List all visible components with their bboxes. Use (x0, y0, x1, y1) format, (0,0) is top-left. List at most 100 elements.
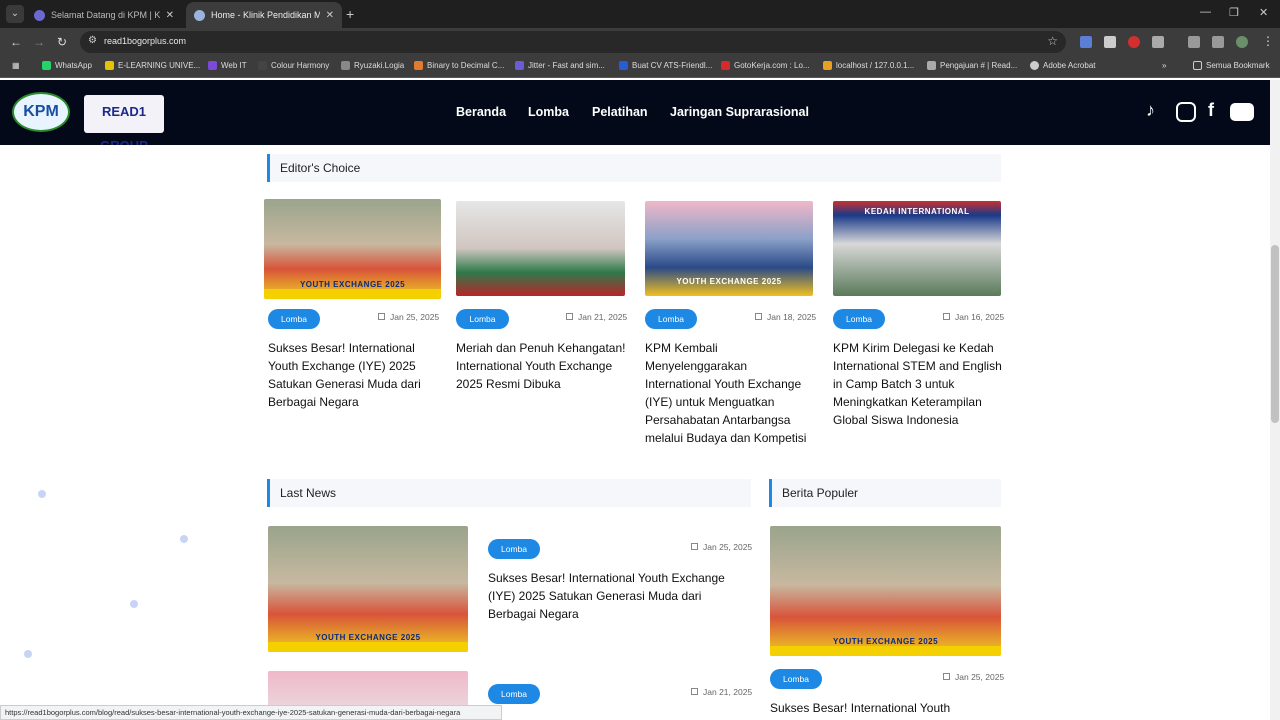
maximize-icon[interactable]: ❐ (1229, 6, 1239, 19)
post-date: Jan 16, 2025 (943, 312, 1004, 322)
forward-icon[interactable]: → (33, 35, 45, 49)
new-tab-icon[interactable]: + (346, 6, 354, 22)
post-date: Jan 21, 2025 (691, 687, 752, 697)
scrollbar-thumb[interactable] (1271, 245, 1279, 423)
site-header: KPM READ1 GROUP Beranda Lomba Pelatihan … (0, 80, 1270, 153)
close-tab-icon[interactable]: ✕ (326, 10, 334, 21)
tab-search-icon[interactable]: ⌄ (6, 5, 24, 23)
bookmark-localhost[interactable]: localhost / 127.0.0.1... (823, 61, 914, 70)
article-title[interactable]: Sukses Besar! International Youth Exchan… (488, 569, 750, 623)
network-decoration (24, 650, 32, 658)
post-date: Jan 25, 2025 (691, 542, 752, 552)
youtube-icon[interactable] (1230, 103, 1254, 121)
article-thumbnail[interactable]: YOUTH EXCHANGE 2025 (770, 526, 1001, 656)
calendar-icon (566, 313, 573, 320)
profile-avatar[interactable] (1236, 36, 1248, 48)
bookmark-pengajuan[interactable]: Pengajuan # | Read... (927, 61, 1017, 70)
bookmarks-bar: ▦ WhatsApp E-LEARNING UNIVE... Web IT Co… (0, 56, 1280, 78)
article-thumbnail[interactable]: KEDAH INTERNATIONAL (833, 201, 1001, 296)
calendar-icon (691, 543, 698, 550)
post-date: Jan 25, 2025 (378, 312, 439, 322)
download-icon[interactable] (1212, 36, 1224, 48)
nav-jaringan-suprarasional[interactable]: Jaringan Suprarasional (670, 105, 809, 119)
post-date: Jan 25, 2025 (943, 672, 1004, 682)
article-title[interactable]: Sukses Besar! International Youth (770, 699, 1000, 717)
instagram-icon[interactable] (1176, 102, 1196, 122)
article-thumbnail[interactable]: YOUTH EXCHANGE 2025 (645, 201, 813, 296)
bookmark-colour-harmony[interactable]: Colour Harmony (258, 61, 329, 70)
article-thumbnail[interactable] (456, 201, 625, 296)
post-date: Jan 18, 2025 (755, 312, 816, 322)
close-tab-icon[interactable]: ✕ (166, 10, 174, 21)
category-badge[interactable]: Lomba (268, 309, 320, 329)
tab-title: Home - Klinik Pendidikan MIPA (211, 10, 320, 20)
calendar-icon (691, 688, 698, 695)
calendar-icon (378, 313, 385, 320)
browser-tab-strip: ⌄ Selamat Datang di KPM | KPMR ✕ Home - K… (0, 0, 1280, 28)
facebook-icon[interactable]: f (1208, 100, 1214, 121)
back-icon[interactable]: ← (10, 35, 22, 49)
category-badge[interactable]: Lomba (488, 539, 540, 559)
article-title[interactable]: KPM Kirim Delegasi ke Kedah Internationa… (833, 339, 1003, 429)
browser-tab-1[interactable]: Selamat Datang di KPM | KPMR ✕ (26, 2, 182, 28)
translate-extension-icon[interactable] (1080, 36, 1092, 48)
bookmark-elearning[interactable]: E-LEARNING UNIVE... (105, 61, 200, 70)
network-decoration (38, 490, 46, 498)
read1-group-logo[interactable]: READ1 GROUP (84, 95, 164, 153)
minimize-icon[interactable]: — (1200, 6, 1211, 18)
reload-icon[interactable]: ↻ (57, 35, 67, 49)
category-badge[interactable]: Lomba (488, 684, 540, 704)
last-news-heading: Last News (267, 479, 751, 507)
extensions-puzzle-icon[interactable] (1152, 36, 1164, 48)
calendar-icon (943, 313, 950, 320)
url-text: read1bogorplus.com (104, 36, 187, 46)
window-close-icon[interactable]: ✕ (1259, 6, 1268, 19)
calendar-icon (943, 673, 950, 680)
kpm-logo[interactable]: KPM (12, 92, 70, 132)
calendar-icon (755, 313, 762, 320)
extension-icon[interactable] (1104, 36, 1116, 48)
browser-tab-2[interactable]: Home - Klinik Pendidikan MIPA ✕ (186, 2, 342, 28)
nav-lomba[interactable]: Lomba (528, 105, 569, 119)
network-decoration (130, 600, 138, 608)
record-extension-icon[interactable] (1128, 36, 1140, 48)
site-info-icon[interactable]: ⚙ (88, 35, 97, 46)
post-date: Jan 21, 2025 (566, 312, 627, 322)
category-badge[interactable]: Lomba (645, 309, 697, 329)
reading-list-icon[interactable] (1188, 36, 1200, 48)
berita-populer-heading: Berita Populer (769, 479, 1001, 507)
bookmark-star-icon[interactable]: ☆ (1047, 34, 1058, 48)
status-bar-url: https://read1bogorplus.com/blog/read/suk… (0, 705, 502, 720)
network-decoration (180, 535, 188, 543)
category-badge[interactable]: Lomba (456, 309, 509, 329)
article-thumbnail[interactable]: YOUTH EXCHANGE 2025 (268, 526, 468, 652)
bookmark-gotokerja[interactable]: GotoKerja.com : Lo... (721, 61, 810, 70)
bookmark-adobe[interactable]: Adobe Acrobat (1030, 61, 1095, 70)
site-favicon-icon (194, 9, 205, 21)
bookmark-jitter[interactable]: Jitter - Fast and sim... (515, 61, 605, 70)
bookmark-binary[interactable]: Binary to Decimal C... (414, 61, 504, 70)
nav-beranda[interactable]: Beranda (456, 105, 506, 119)
tiktok-icon[interactable]: ♪ (1146, 100, 1155, 121)
bookmark-cv[interactable]: Buat CV ATS-Friendl... (619, 61, 712, 70)
site-favicon-icon (34, 9, 45, 21)
browser-toolbar: ← → ↻ ⚙ read1bogorplus.com ☆ ⋮ (0, 28, 1280, 56)
all-bookmarks-folder[interactable]: Semua Bookmark (1193, 61, 1270, 70)
editors-choice-heading: Editor's Choice (267, 154, 1001, 182)
more-bookmarks-icon[interactable]: » (1162, 61, 1166, 70)
tab-title: Selamat Datang di KPM | KPMR (51, 10, 160, 20)
category-badge[interactable]: Lomba (833, 309, 885, 329)
bookmark-whatsapp[interactable]: WhatsApp (42, 61, 92, 70)
article-title[interactable]: Meriah dan Penuh Kehangatan! Internation… (456, 339, 626, 393)
page-content: Editor's Choice YOUTH EXCHANGE 2025 YOUT… (0, 145, 1270, 720)
article-thumbnail[interactable]: YOUTH EXCHANGE 2025 (264, 199, 441, 299)
more-menu-icon[interactable]: ⋮ (1262, 34, 1274, 48)
nav-pelatihan[interactable]: Pelatihan (592, 105, 648, 119)
bookmark-web-it[interactable]: Web IT (208, 61, 247, 70)
article-title[interactable]: Sukses Besar! International Youth Exchan… (268, 339, 438, 411)
article-title[interactable]: KPM Kembali Menyelenggarakan Internation… (645, 339, 813, 447)
bookmark-ryuzaki[interactable]: Ryuzaki.Logia (341, 61, 404, 70)
address-bar[interactable]: ⚙ read1bogorplus.com ☆ (80, 31, 1066, 53)
category-badge[interactable]: Lomba (770, 669, 822, 689)
apps-grid-icon[interactable]: ▦ (12, 61, 20, 70)
